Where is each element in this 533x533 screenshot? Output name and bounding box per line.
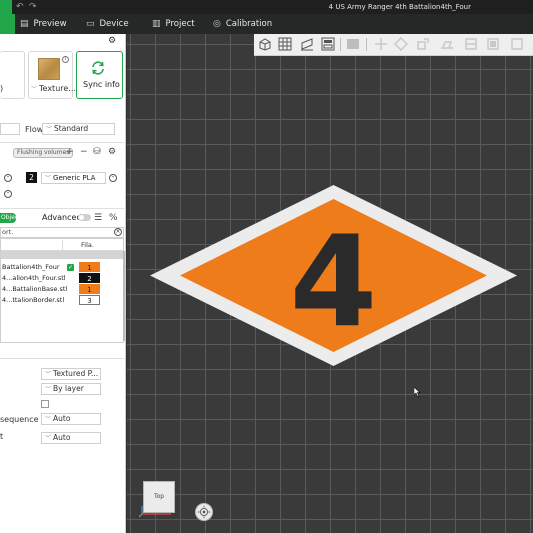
undo-icon[interactable]: ↶	[16, 2, 24, 12]
advanced-toggle[interactable]	[78, 214, 91, 221]
object-name: Battalion4th_Four	[2, 263, 60, 271]
object-list: Fila. Battalion4th_Four ✓ 1 4...alion4th_Fo…	[0, 238, 125, 343]
home-view-icon[interactable]	[195, 503, 213, 521]
list-scrollbar[interactable]	[123, 251, 125, 341]
object-name: 4...BattalionBase.stl	[2, 285, 68, 293]
orient-icon[interactable]	[300, 37, 314, 51]
filament-badge[interactable]: 3	[79, 295, 100, 305]
cut-icon[interactable]	[464, 37, 478, 51]
view-cube[interactable]: Top	[143, 481, 175, 513]
title-bar: ↶ ↷ 4 US Army Ranger 4th Battalion4th_Fo…	[0, 0, 533, 14]
tab-preview[interactable]: ▤ Preview	[20, 14, 67, 34]
plate-field[interactable]	[0, 123, 20, 135]
minus-icon[interactable]: −	[80, 147, 88, 157]
print-sequence-select[interactable]: ﹀ Auto	[41, 413, 101, 425]
object-row[interactable]: 4...ttalionBorder.stl 3	[1, 295, 123, 306]
object-row[interactable]: Battalion4th_Four ✓ 1	[1, 262, 123, 273]
tab-calibration-label: Calibration	[225, 19, 273, 29]
plate-type-select[interactable]: ﹀ Textured P...	[41, 368, 101, 380]
object-list-header: Fila.	[1, 239, 123, 251]
seam-paint-icon[interactable]	[510, 37, 524, 51]
search-input[interactable]: ort.	[0, 227, 124, 238]
divider	[0, 358, 126, 359]
project-icon: ▥	[152, 19, 161, 29]
texture-swatch	[38, 58, 60, 80]
toolbar-separator	[340, 38, 341, 51]
texture-label: ﹀ Texture...	[31, 84, 76, 93]
clear-search-icon[interactable]: ×	[114, 228, 122, 236]
divider	[0, 142, 126, 143]
remove-filament-icon-3[interactable]: -	[4, 190, 12, 198]
object-name: 4...ttalionBorder.stl	[2, 296, 65, 304]
t-select[interactable]: ﹀ Auto	[41, 432, 101, 444]
tab-project-label: Project	[165, 19, 195, 29]
remove-filament-icon[interactable]: -	[4, 174, 12, 182]
window-title: 4 US Army Ranger 4th Battalion4th_Four	[328, 3, 471, 11]
filament-badge[interactable]: 2	[79, 273, 100, 283]
t-label: t	[0, 432, 4, 441]
tab-device-label: Device	[99, 19, 129, 29]
split-icon[interactable]	[346, 37, 360, 51]
spiral-checkbox[interactable]	[41, 400, 49, 408]
rotate-icon[interactable]	[394, 37, 408, 51]
list-view-icon[interactable]: ☰	[94, 213, 102, 223]
tab-device[interactable]: ▭ Device	[86, 14, 129, 34]
sync-info-label: Sync info	[83, 80, 120, 89]
tab-project[interactable]: ▥ Project	[152, 14, 195, 34]
menu-bar: ▤ Preview ▭ Device ▥ Project ◎ Calibrati…	[0, 14, 533, 34]
sequence-select[interactable]: ﹀ By layer	[41, 383, 101, 395]
tab-calibration[interactable]: ◎ Calibration	[213, 14, 272, 34]
sync-icon	[92, 61, 104, 75]
preview-icon: ▤	[20, 19, 29, 29]
object-row[interactable]: 4...alion4th_Four.stl 2	[1, 273, 123, 284]
app-logo	[0, 0, 12, 14]
object-row[interactable]: 4...BattalionBase.stl 1	[1, 284, 123, 295]
filament-number: 2	[26, 172, 37, 183]
device-icon: ▭	[86, 19, 95, 29]
lay-on-face-icon[interactable]	[440, 37, 454, 51]
flushing-volumes-button[interactable]: Flushing volumes	[13, 148, 74, 158]
add-icon[interactable]: +	[66, 147, 74, 157]
advanced-label: Advanced	[42, 213, 82, 222]
layout-icon[interactable]	[321, 37, 335, 51]
model-diamond[interactable]: 4	[150, 185, 517, 366]
scale-icon[interactable]	[416, 37, 430, 51]
object-name: 4...alion4th_Four.stl	[2, 274, 66, 282]
printer-card[interactable]	[0, 51, 25, 99]
tab-preview-label: Preview	[33, 19, 67, 29]
model-digit: 4	[290, 208, 378, 355]
filament-column-header: Fila.	[81, 241, 94, 249]
filament-select[interactable]: ﹀ Generic PLA	[41, 172, 106, 184]
percent-icon[interactable]: %	[109, 213, 118, 223]
filament-badge[interactable]: 1	[79, 262, 100, 272]
filament-badge[interactable]: 1	[79, 284, 100, 294]
mouse-cursor-icon	[414, 387, 421, 397]
printer-card-label: )	[0, 84, 4, 93]
support-paint-icon[interactable]	[486, 37, 500, 51]
redo-icon[interactable]: ↷	[29, 2, 37, 12]
print-sequence-label: sequence	[0, 415, 39, 424]
remove-filament-icon-2[interactable]: -	[109, 174, 117, 182]
canvas-toolbar	[254, 34, 533, 56]
filament-settings-icon[interactable]: ⚙	[108, 147, 116, 157]
plate-row[interactable]	[1, 251, 123, 259]
move-icon[interactable]	[374, 37, 388, 51]
sync-filament-icon[interactable]: ⛁	[93, 147, 101, 157]
arrange-grid-icon[interactable]	[278, 37, 292, 51]
tab-objects[interactable]: Objects	[0, 213, 16, 223]
flow-label: Flow	[25, 125, 44, 134]
prepare-tab-active[interactable]	[0, 14, 15, 34]
divider	[0, 208, 126, 209]
toolbar-separator	[366, 38, 367, 51]
visible-check-icon[interactable]: ✓	[67, 264, 74, 271]
info-icon[interactable]: i	[62, 56, 69, 63]
add-cube-icon[interactable]	[258, 37, 272, 51]
flow-select[interactable]: ﹀ Standard	[42, 123, 115, 135]
calibration-icon: ◎	[213, 19, 221, 29]
gear-icon[interactable]: ⚙	[108, 36, 116, 46]
